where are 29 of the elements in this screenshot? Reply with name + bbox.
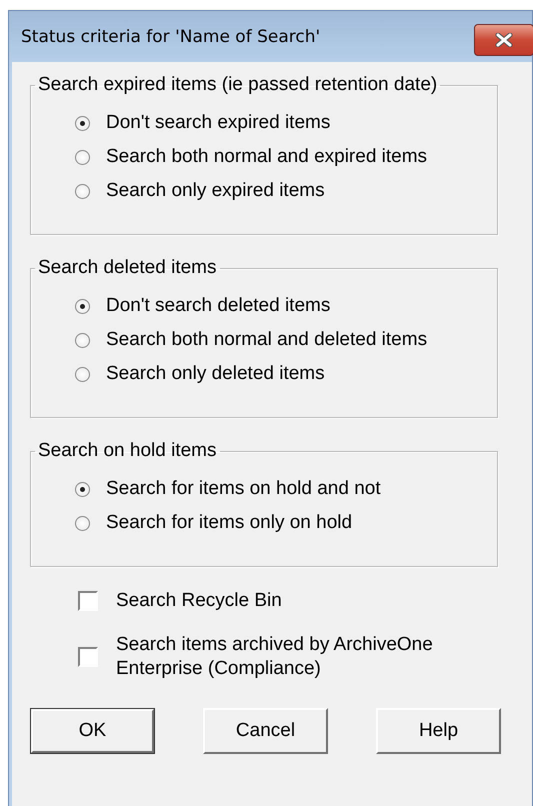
radio-option[interactable]: Search both normal and expired items bbox=[75, 140, 497, 174]
radio-button[interactable] bbox=[75, 332, 90, 348]
group-label: Search expired items (ie passed retention date) bbox=[37, 74, 438, 96]
checkbox[interactable] bbox=[78, 590, 98, 611]
radio-button[interactable] bbox=[75, 516, 90, 530]
dialog-button[interactable]: OK bbox=[30, 708, 155, 754]
radio-option[interactable]: Don't search expired items bbox=[75, 106, 497, 140]
radio-button[interactable] bbox=[75, 366, 90, 382]
radio-button[interactable] bbox=[75, 184, 90, 198]
checkbox-option[interactable]: Search Recycle Bin bbox=[78, 589, 532, 613]
radio-option[interactable]: Search both normal and deleted items bbox=[75, 323, 497, 357]
close-icon bbox=[495, 33, 513, 47]
radio-option[interactable]: Search for items on hold and not bbox=[75, 472, 497, 506]
radio-option[interactable]: Search only deleted items bbox=[75, 357, 497, 391]
dialog-button[interactable]: Cancel bbox=[203, 708, 328, 754]
window-title: Status criteria for 'Name of Search' bbox=[21, 26, 320, 46]
group-label: Search deleted items bbox=[37, 257, 218, 279]
radio-option[interactable]: Search only expired items bbox=[75, 174, 497, 208]
close-button[interactable] bbox=[474, 24, 533, 56]
group-label: Search on hold items bbox=[37, 440, 218, 462]
checkbox[interactable] bbox=[78, 646, 98, 666]
radio-button[interactable] bbox=[75, 298, 90, 314]
checkbox-option[interactable]: Search items archived by ArchiveOne Enterprise (Compliance) bbox=[78, 632, 532, 680]
radio-button[interactable] bbox=[75, 150, 90, 164]
radio-button[interactable] bbox=[75, 116, 90, 130]
dialog-button[interactable]: Help bbox=[376, 708, 501, 754]
radio-option[interactable]: Search for items only on hold bbox=[75, 506, 497, 540]
radio-option[interactable]: Don't search deleted items bbox=[75, 289, 497, 323]
radio-button[interactable] bbox=[75, 482, 90, 496]
